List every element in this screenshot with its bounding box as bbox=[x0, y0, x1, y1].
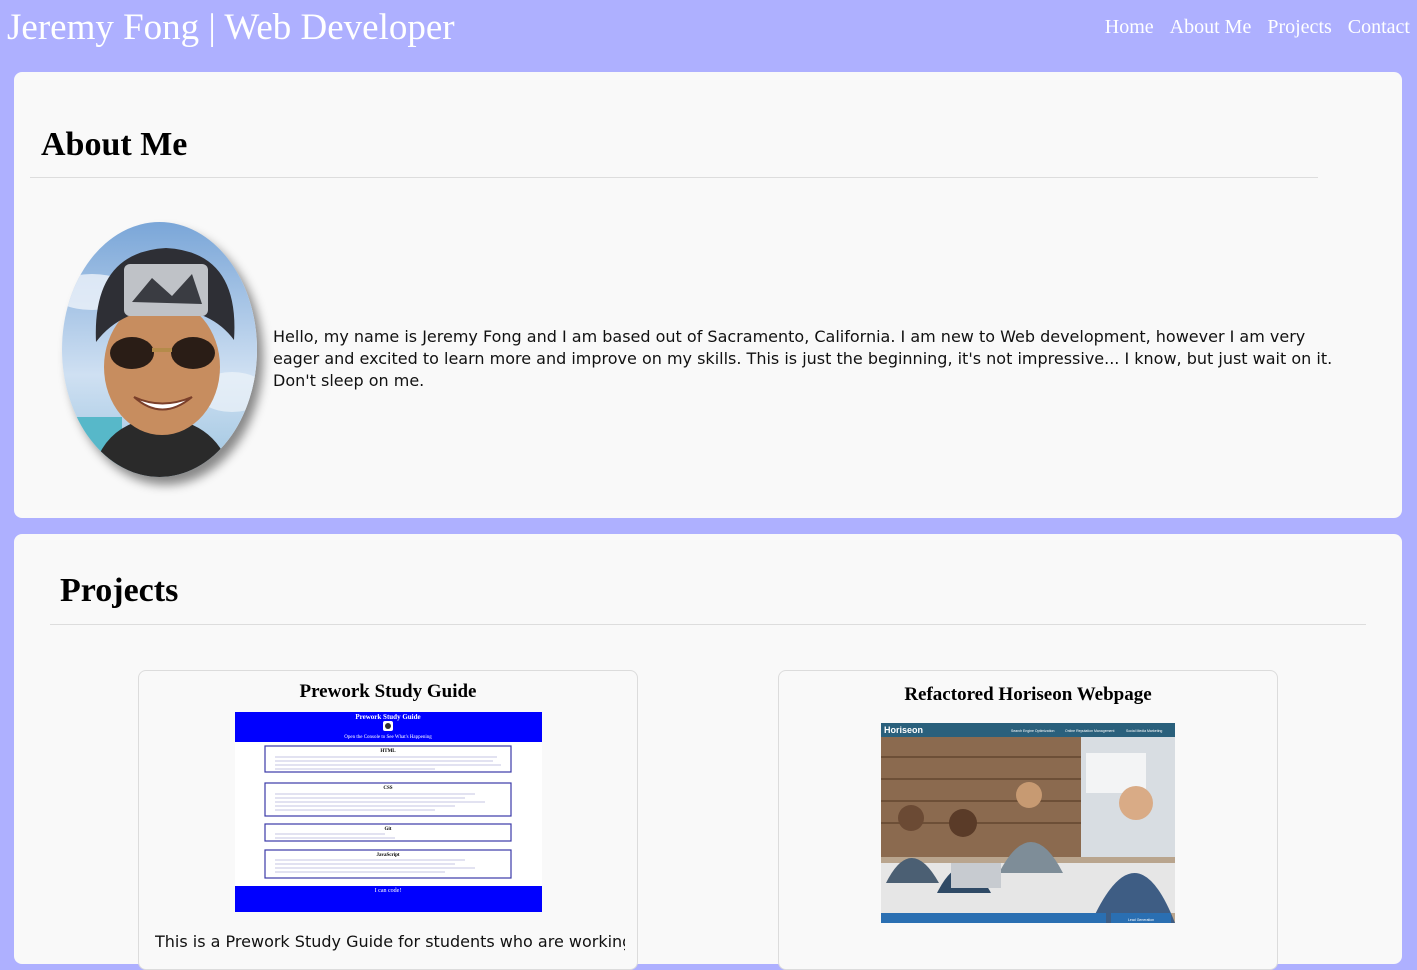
horiseon-thumb-nav-1: Search Engine Optimization bbox=[1011, 729, 1054, 733]
prework-thumb-section-js: JavaScript bbox=[376, 853, 399, 858]
projects-divider bbox=[50, 624, 1366, 625]
about-divider bbox=[30, 177, 1318, 178]
nav-projects[interactable]: Projects bbox=[1267, 16, 1331, 39]
site-title: Jeremy Fong | Web Developer bbox=[7, 7, 455, 48]
project-card-horiseon[interactable]: Refactored Horiseon Webpage Horiseon Sea… bbox=[778, 670, 1278, 970]
prework-thumbnail-icon: Prework Study Guide Open the Console to … bbox=[235, 712, 542, 912]
prework-thumb-section-html: HTML bbox=[380, 749, 396, 754]
project-screenshot-horiseon[interactable]: Horiseon Search Engine Optimization Onli… bbox=[881, 723, 1175, 923]
nav-home[interactable]: Home bbox=[1105, 16, 1154, 39]
project-card-prework[interactable]: Prework Study Guide Prework Study Guide … bbox=[138, 670, 638, 970]
site-header: Jeremy Fong | Web Developer Home About M… bbox=[0, 0, 1417, 60]
about-section: About Me Hello, my name is Jeremy Fong a… bbox=[14, 72, 1402, 518]
project-screenshot-prework[interactable]: Prework Study Guide Open the Console to … bbox=[235, 712, 542, 912]
project-title: Prework Study Guide bbox=[299, 681, 477, 702]
horiseon-thumb-cta: Lead Generation bbox=[1128, 918, 1154, 922]
prework-thumb-section-git: Git bbox=[385, 827, 392, 832]
nav-about-me[interactable]: About Me bbox=[1170, 16, 1252, 39]
about-bio: Hello, my name is Jeremy Fong and I am b… bbox=[273, 327, 1333, 390]
prework-thumb-title: Prework Study Guide bbox=[355, 713, 420, 721]
prework-thumb-footer: I can code! bbox=[375, 888, 402, 894]
horiseon-thumb-nav-3: Social Media Marketing bbox=[1126, 729, 1162, 733]
nav-contact[interactable]: Contact bbox=[1348, 16, 1410, 39]
prework-thumb-section-css: CSS bbox=[383, 786, 392, 791]
horiseon-thumbnail-icon: Horiseon Search Engine Optimization Onli… bbox=[881, 723, 1175, 923]
projects-heading: Projects bbox=[60, 572, 179, 609]
horiseon-thumb-brand: Horiseon bbox=[884, 725, 923, 735]
profile-photo-icon bbox=[62, 222, 257, 477]
about-heading: About Me bbox=[41, 126, 188, 163]
profile-photo bbox=[62, 222, 257, 477]
project-description: This is a Prework Study Guide for studen… bbox=[155, 932, 625, 951]
projects-section: Projects Prework Study Guide Prework Stu… bbox=[14, 534, 1402, 970]
prework-thumb-subtitle: Open the Console to See What's Happening bbox=[344, 735, 432, 740]
project-title: Refactored Horiseon Webpage bbox=[904, 684, 1152, 705]
horiseon-thumb-nav-2: Online Reputation Management bbox=[1065, 729, 1114, 733]
main-nav: Home About Me Projects Contact bbox=[1105, 16, 1410, 39]
